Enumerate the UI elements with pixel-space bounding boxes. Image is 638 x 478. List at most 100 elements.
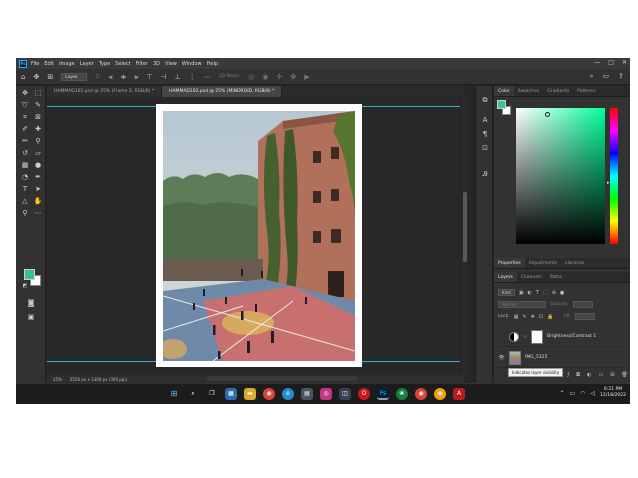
paragraph-icon[interactable]: ¶ xyxy=(480,130,490,140)
instagram-icon[interactable]: ◎ xyxy=(320,388,332,400)
distribute-icon[interactable]: ⋮ xyxy=(189,73,196,81)
glyphs-icon[interactable]: ⊡ xyxy=(480,144,490,154)
canvas-vertical-scrollbar[interactable] xyxy=(462,97,468,377)
tab-channels[interactable]: Channels xyxy=(517,272,546,282)
photoshop-logo-icon[interactable]: Ps xyxy=(19,59,27,68)
blend-mode-dropdown[interactable]: Normal xyxy=(498,301,546,308)
search-icon[interactable]: ⌕ xyxy=(590,72,594,81)
task-view-icon[interactable]: ❐ xyxy=(206,388,218,400)
dodge-icon[interactable]: ◔ xyxy=(19,172,31,182)
new-adjustment-icon[interactable]: ◐ xyxy=(587,372,591,378)
document-size[interactable]: 2550 px x 3300 px (300 ppi) xyxy=(70,377,127,382)
default-colors-icon[interactable]: ◩ xyxy=(19,281,31,291)
menu-3d[interactable]: 3D xyxy=(153,61,160,67)
tab-mindroid[interactable]: HAMMAD102.psd @ 25% (MINDROID, RGB/8) * xyxy=(162,86,283,97)
minimize-button[interactable]: — xyxy=(594,59,600,66)
eraser-icon[interactable]: ▱ xyxy=(32,148,44,158)
quick-select-icon[interactable]: ✎ xyxy=(32,100,44,110)
eyedropper-icon[interactable]: ✐ xyxy=(19,124,31,134)
align-middle-icon[interactable]: ⊣ xyxy=(161,73,167,81)
new-layer-icon[interactable]: ⊞ xyxy=(610,372,614,378)
shape-icon[interactable]: △ xyxy=(19,196,31,206)
lock-artboard-icon[interactable]: ⊡ xyxy=(539,314,543,320)
app-icon[interactable]: ◫ xyxy=(339,388,351,400)
close-button[interactable]: ✕ xyxy=(622,59,627,66)
hue-slider[interactable] xyxy=(610,108,618,244)
type-icon[interactable]: T xyxy=(19,184,31,194)
align-bottom-icon[interactable]: ⊥ xyxy=(175,73,181,81)
auto-select-icon[interactable]: ⊞ xyxy=(47,73,53,81)
history-brush-icon[interactable]: ↺ xyxy=(19,148,31,158)
brush-settings-icon[interactable]: Ꭿ xyxy=(480,170,490,180)
tab-properties[interactable]: Properties xyxy=(494,258,525,268)
home-icon[interactable]: ⌂ xyxy=(21,73,25,81)
3d-pan-icon[interactable]: ✣ xyxy=(277,73,283,81)
fx-icon[interactable]: ƒ xyxy=(567,372,569,378)
chrome-icon[interactable]: ◉ xyxy=(434,388,446,400)
menu-select[interactable]: Select xyxy=(115,61,130,67)
brush-icon[interactable]: ✏ xyxy=(19,136,31,146)
filter-kind-dropdown[interactable]: Kind xyxy=(498,289,515,296)
tab-frame-2[interactable]: HAMMAD102.psd @ 25% (Frame 2, RGB/8) * xyxy=(47,86,163,97)
gradient-icon[interactable]: ▦ xyxy=(19,160,31,170)
opacity-field[interactable] xyxy=(572,301,593,308)
path-select-icon[interactable]: ➤ xyxy=(32,184,44,194)
stamp-icon[interactable]: ⚲ xyxy=(32,136,44,146)
align-right-icon[interactable]: ⫸ xyxy=(134,73,138,81)
menu-image[interactable]: Image xyxy=(59,61,75,67)
canvas-horizontal-scrollbar[interactable] xyxy=(207,376,357,381)
edit-toolbar-icon[interactable]: ⋯ xyxy=(32,208,44,218)
marquee-icon[interactable]: ⬚ xyxy=(32,88,44,98)
tab-gradients[interactable]: Gradients xyxy=(543,86,573,96)
align-center-icon[interactable]: ≑ xyxy=(121,73,127,81)
add-mask-icon[interactable]: ◘ xyxy=(576,372,580,378)
tab-layers[interactable]: Layers xyxy=(494,272,517,282)
opera-icon[interactable]: O xyxy=(358,388,370,400)
menu-filter[interactable]: Filter xyxy=(136,61,148,67)
hue-marker-icon[interactable]: ▸ xyxy=(607,180,610,186)
align-top-icon[interactable]: ⊤ xyxy=(146,73,152,81)
move-icon[interactable]: ✥ xyxy=(19,88,31,98)
tab-swatches[interactable]: Swatches xyxy=(514,86,544,96)
start-icon[interactable]: ⊞ xyxy=(168,388,180,400)
3d-scale-icon[interactable]: ▶ xyxy=(304,73,309,81)
menu-window[interactable]: Window xyxy=(182,61,202,67)
workspace-icon[interactable]: ▭ xyxy=(603,72,610,81)
menu-type[interactable]: Type xyxy=(99,61,110,67)
clock[interactable]: 6:21 PM 12/18/2022 xyxy=(600,387,626,399)
menu-view[interactable]: View xyxy=(165,61,177,67)
lasso-icon[interactable]: ➰ xyxy=(19,100,31,110)
filter-pixel-icon[interactable]: ▣ xyxy=(519,290,524,296)
hand-icon[interactable]: ✋ xyxy=(32,196,44,206)
frame-icon[interactable]: ⊠ xyxy=(32,112,44,122)
blur-icon[interactable]: ● xyxy=(32,160,44,170)
filter-shape-icon[interactable]: ⬚ xyxy=(543,290,548,296)
tab-libraries[interactable]: Libraries xyxy=(561,258,588,268)
menu-edit[interactable]: Edit xyxy=(44,61,54,67)
layer-row-brightness[interactable]: ∞ Brightness/Contrast 1 xyxy=(494,327,624,347)
wifi-icon[interactable]: ◠ xyxy=(580,390,585,397)
filter-type-icon[interactable]: T xyxy=(536,290,539,296)
volume-icon[interactable]: ◁ xyxy=(590,390,595,397)
document-page[interactable] xyxy=(156,104,362,367)
character-icon[interactable]: A xyxy=(480,116,490,126)
screen-mode-icon[interactable]: ▣ xyxy=(25,312,37,322)
store-icon[interactable]: ▤ xyxy=(301,388,313,400)
layer-name[interactable]: Brightness/Contrast 1 xyxy=(547,334,596,339)
tab-patterns[interactable]: Patterns xyxy=(573,86,600,96)
history-icon[interactable]: ⧉ xyxy=(480,96,490,106)
color-field[interactable] xyxy=(516,108,605,244)
maximize-button[interactable]: □ xyxy=(608,59,614,66)
3d-slide-icon[interactable]: ✤ xyxy=(290,73,296,81)
widgets-icon[interactable]: ▦ xyxy=(225,388,237,400)
scrollbar-thumb[interactable] xyxy=(463,192,467,262)
zoom-icon[interactable]: ⚲ xyxy=(19,208,31,218)
healing-icon[interactable]: ✚ xyxy=(32,124,44,134)
app-icon[interactable]: ❀ xyxy=(396,388,408,400)
edge-icon[interactable]: e xyxy=(282,388,294,400)
transform-controls-icon[interactable]: ⁙ xyxy=(95,73,101,81)
layer-name[interactable]: IMG_5325 xyxy=(525,355,547,360)
auto-select-dropdown[interactable]: Layer xyxy=(61,72,87,81)
tab-adjustments[interactable]: Adjustments xyxy=(525,258,561,268)
eye-icon[interactable]: 👁 xyxy=(498,355,505,361)
